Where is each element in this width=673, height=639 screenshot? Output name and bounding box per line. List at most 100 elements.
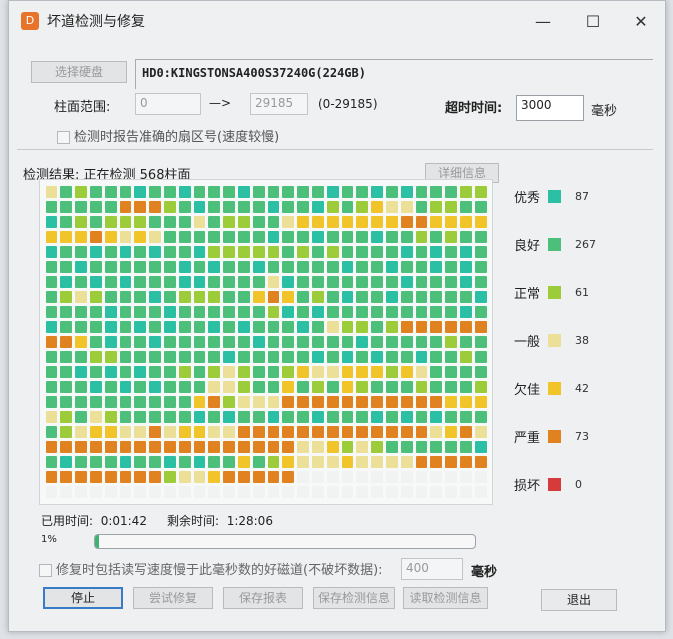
cylinder-cell [430, 485, 443, 498]
cylinder-cell [356, 200, 369, 213]
cylinder-cell [134, 440, 147, 453]
cylinder-cell [385, 440, 398, 453]
cylinder-cell [400, 365, 413, 378]
cylinder-cell [134, 365, 147, 378]
cylinder-cell [163, 410, 176, 423]
cylinder-cell [445, 245, 457, 258]
cylinder-cell [474, 410, 487, 423]
cylinder-cell [445, 455, 457, 468]
timeout-input[interactable]: 3000 [516, 95, 584, 121]
cylinder-cell [45, 290, 58, 303]
cylinder-cell [430, 395, 443, 408]
cylinder-cell [282, 395, 295, 408]
legend-label: 严重 [514, 431, 541, 446]
cylinder-cell [193, 290, 206, 303]
legend-count: 38 [575, 334, 590, 347]
cylinder-cell [311, 425, 324, 438]
cylinder-cell [311, 230, 324, 243]
cylinder-cell [311, 395, 324, 408]
cylinder-cell [385, 260, 398, 273]
cylinder-cell [356, 470, 369, 483]
load-info-button[interactable]: 读取检测信息 [403, 587, 488, 609]
select-disk-button[interactable]: 选择硬盘 [31, 61, 127, 83]
cylinder-cell [223, 425, 235, 438]
cylinder-cell [267, 305, 280, 318]
cylinder-cell [356, 275, 369, 288]
cylinder-cell [341, 350, 354, 363]
cylinder-cell [326, 305, 339, 318]
cylinder-cell [223, 185, 235, 198]
cylinder-cell [237, 200, 250, 213]
repair-slow-checkbox[interactable]: 修复时包括读写速度慢于此毫秒数的好磁道(不破坏数据): [39, 559, 383, 578]
cylinder-cell [178, 365, 191, 378]
cylinder-cell [89, 200, 102, 213]
cylinder-cell [178, 485, 191, 498]
cylinder-cell [75, 485, 87, 498]
cylinder-cell [252, 290, 265, 303]
cylinder-cell [371, 305, 383, 318]
cylinder-cell [223, 335, 235, 348]
save-report-button[interactable]: 保存报表 [223, 587, 303, 609]
cylinder-cell [282, 245, 295, 258]
cylinder-cell [104, 185, 117, 198]
legend-item: 一般 38 [514, 331, 589, 350]
cylinder-cell [149, 185, 161, 198]
cylinder-cell [267, 350, 280, 363]
stop-button[interactable]: 停止 [43, 587, 123, 609]
maximize-button[interactable]: ☐ [573, 9, 613, 35]
range-to-input[interactable]: 29185 [250, 93, 308, 115]
close-button[interactable]: ✕ [621, 9, 661, 35]
cylinder-cell [119, 335, 132, 348]
repair-ms-input[interactable]: 400 [401, 558, 463, 580]
cylinder-cell [45, 395, 58, 408]
report-sector-checkbox[interactable]: 检测时报告准确的扇区号(速度较慢) [57, 126, 279, 145]
cylinder-cell [208, 485, 221, 498]
try-repair-button[interactable]: 尝试修复 [133, 587, 213, 609]
cylinder-cell [193, 485, 206, 498]
checkbox-box[interactable] [39, 564, 52, 577]
cylinder-cell [223, 485, 235, 498]
cylinder-cell [104, 230, 117, 243]
cylinder-cell [208, 425, 221, 438]
bad-sector-window: D 坏道检测与修复 — ☐ ✕ 选择硬盘 HD0:KINGSTONSA400S3… [8, 0, 666, 632]
cylinder-cell [267, 245, 280, 258]
exit-button[interactable]: 退出 [541, 589, 617, 611]
cylinder-cell [134, 350, 147, 363]
checkbox-box[interactable] [57, 131, 70, 144]
cylinder-cell [60, 305, 73, 318]
cylinder-cell [119, 320, 132, 333]
cylinder-cell [400, 305, 413, 318]
cylinder-cell [193, 455, 206, 468]
cylinder-cell [89, 470, 102, 483]
save-info-button[interactable]: 保存检测信息 [313, 587, 395, 609]
cylinder-cell [459, 200, 472, 213]
cylinder-cell [252, 380, 265, 393]
cylinder-cell [311, 410, 324, 423]
cylinder-cell [104, 290, 117, 303]
cylinder-cell [237, 455, 250, 468]
cylinder-cell [445, 335, 457, 348]
cylinder-cell [237, 440, 250, 453]
cylinder-cell [341, 380, 354, 393]
cylinder-cell [267, 440, 280, 453]
cylinder-cell [208, 260, 221, 273]
window-title: 坏道检测与修复 [47, 14, 145, 30]
cylinder-cell [75, 410, 87, 423]
cylinder-cell [193, 185, 206, 198]
cylinder-cell [326, 440, 339, 453]
cylinder-cell [282, 230, 295, 243]
cylinder-cell [297, 410, 309, 423]
cylinder-cell [89, 410, 102, 423]
legend-swatch [548, 238, 562, 251]
cylinder-cell [297, 425, 309, 438]
timeout-unit: 毫秒 [591, 104, 618, 119]
minimize-button[interactable]: — [523, 9, 563, 35]
range-from-input[interactable]: 0 [135, 93, 201, 115]
cylinder-cell [149, 455, 161, 468]
cylinder-cell [356, 215, 369, 228]
cylinder-cell [193, 380, 206, 393]
cylinder-cell [430, 230, 443, 243]
cylinder-cell [356, 245, 369, 258]
cylinder-cell [371, 335, 383, 348]
cylinder-cell [134, 470, 147, 483]
